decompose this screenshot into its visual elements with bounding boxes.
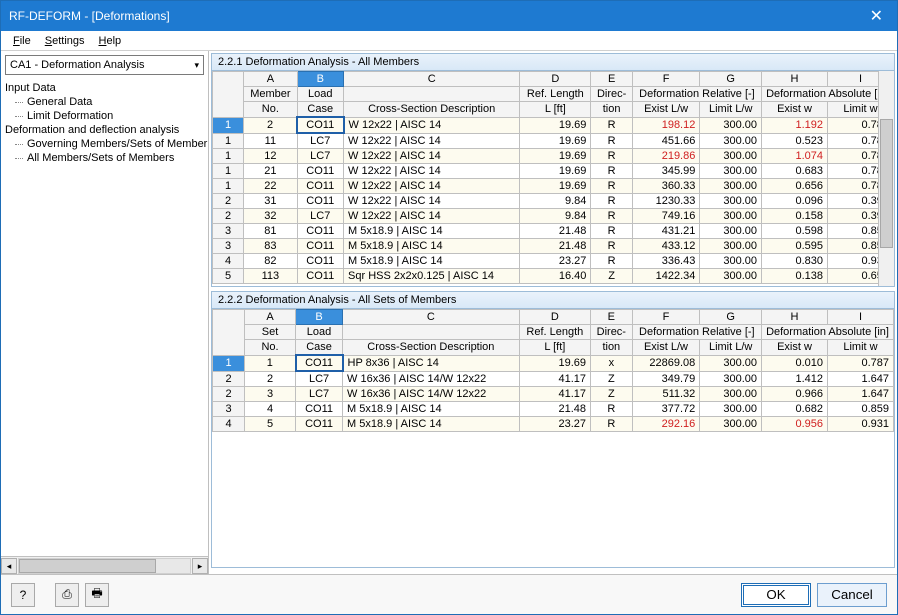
export-button[interactable]: ⎙ [55, 583, 79, 607]
body: CA1 - Deformation Analysis ▾ Input Data … [1, 51, 897, 574]
tree-all-members[interactable]: All Members/Sets of Members [1, 151, 208, 165]
chevron-down-icon: ▾ [194, 60, 199, 71]
menu-help[interactable]: Help [93, 33, 128, 49]
table-row[interactable]: 1 2 CO11 W 12x22 | AISC 14 19.69 R 198.1… [213, 117, 894, 133]
table-all-members[interactable]: A B C D E F G H I MemberLoad Ref. Length… [212, 71, 894, 284]
nav-tree: Input Data General Data Limit Deformatio… [1, 79, 208, 556]
table-row[interactable]: 2 32 LC7 W 12x22 | AISC 14 9.84 R 749.16… [213, 209, 894, 224]
ok-button[interactable]: OK [741, 583, 811, 607]
table-row[interactable]: 3 4 CO11 M 5x18.9 | AISC 14 21.48 R 377.… [213, 402, 894, 417]
main-panel: 2.2.1 Deformation Analysis - All Members… [209, 51, 897, 574]
app-window: RF-DEFORM - [Deformations] ✕ File Settin… [0, 0, 898, 615]
scroll-right-icon[interactable]: ▸ [192, 558, 208, 574]
table-row[interactable]: 2 2 LC7 W 16x36 | AISC 14/W 12x22 41.17 … [213, 371, 894, 387]
footer: ? ⎙ 🖶 OK Cancel [1, 574, 897, 614]
scroll-left-icon[interactable]: ◂ [1, 558, 17, 574]
print-button[interactable]: 🖶 [85, 583, 109, 607]
tree-limit-deformation[interactable]: Limit Deformation [1, 109, 208, 123]
sidebar: CA1 - Deformation Analysis ▾ Input Data … [1, 51, 209, 574]
cancel-button[interactable]: Cancel [817, 583, 887, 607]
combo-text: CA1 - Deformation Analysis [10, 59, 145, 71]
table-row[interactable]: 5 113 CO11 Sqr HSS 2x2x0.125 | AISC 14 1… [213, 269, 894, 284]
table-row[interactable]: 4 5 CO11 M 5x18.9 | AISC 14 23.27 R 292.… [213, 417, 894, 432]
table-row[interactable]: 2 3 LC7 W 16x36 | AISC 14/W 12x22 41.17 … [213, 387, 894, 402]
titlebar: RF-DEFORM - [Deformations] ✕ [1, 1, 897, 31]
menu-file[interactable]: File [7, 33, 37, 49]
tree-input-data[interactable]: Input Data [1, 81, 208, 95]
sidebar-hscrollbar[interactable]: ◂ ▸ [1, 556, 208, 574]
table2-wrap: A B C D E F G H I SetLoad Ref. LengthDir… [211, 309, 895, 568]
menu-settings[interactable]: Settings [39, 33, 91, 49]
close-icon[interactable]: ✕ [864, 6, 889, 26]
table-row[interactable]: 3 81 CO11 M 5x18.9 | AISC 14 21.48 R 431… [213, 224, 894, 239]
table1-wrap: A B C D E F G H I MemberLoad Ref. Length… [211, 71, 895, 287]
tree-general-data[interactable]: General Data [1, 95, 208, 109]
tree-governing-members[interactable]: Governing Members/Sets of Member [1, 137, 208, 151]
table-row[interactable]: 1 1 CO11 HP 8x36 | AISC 14 19.69 x 22869… [213, 355, 894, 371]
table2-title: 2.2.2 Deformation Analysis - All Sets of… [211, 291, 895, 309]
table-row[interactable]: 1 11 LC7 W 12x22 | AISC 14 19.69 R 451.6… [213, 133, 894, 149]
menubar: File Settings Help [1, 31, 897, 51]
table-row[interactable]: 1 12 LC7 W 12x22 | AISC 14 19.69 R 219.8… [213, 149, 894, 164]
window-title: RF-DEFORM - [Deformations] [9, 9, 170, 23]
help-button[interactable]: ? [11, 583, 35, 607]
table-row[interactable]: 3 83 CO11 M 5x18.9 | AISC 14 21.48 R 433… [213, 239, 894, 254]
tree-deformation-analysis[interactable]: Deformation and deflection analysis [1, 123, 208, 137]
table1-title: 2.2.1 Deformation Analysis - All Members [211, 53, 895, 71]
table-row[interactable]: 1 21 CO11 W 12x22 | AISC 14 19.69 R 345.… [213, 164, 894, 179]
table1-vscrollbar[interactable] [878, 71, 894, 286]
table-all-sets[interactable]: A B C D E F G H I SetLoad Ref. LengthDir… [212, 309, 894, 432]
table-row[interactable]: 1 22 CO11 W 12x22 | AISC 14 19.69 R 360.… [213, 179, 894, 194]
table-row[interactable]: 2 31 CO11 W 12x22 | AISC 14 9.84 R 1230.… [213, 194, 894, 209]
analysis-case-combo[interactable]: CA1 - Deformation Analysis ▾ [5, 55, 204, 75]
table-row[interactable]: 4 82 CO11 M 5x18.9 | AISC 14 23.27 R 336… [213, 254, 894, 269]
